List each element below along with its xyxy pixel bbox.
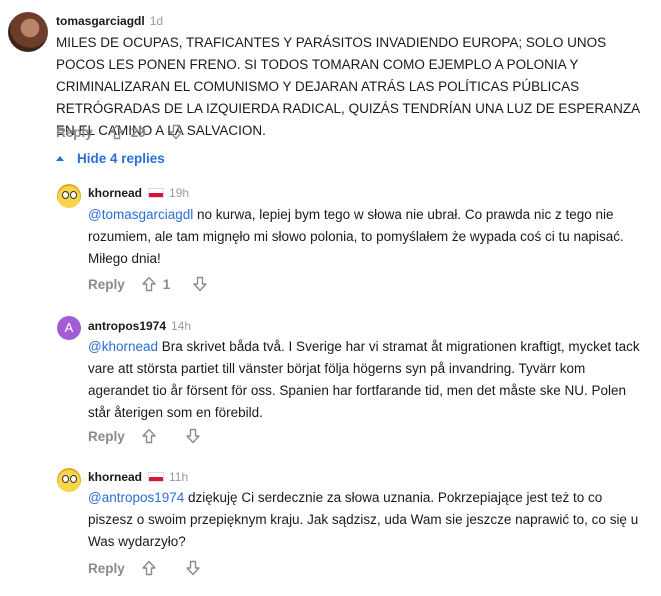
poland-flag-icon [148,472,165,482]
timestamp: 14h [171,319,192,333]
comment-actions: Reply [88,557,201,579]
comment-meta: antropos1974 14h [88,319,191,333]
upvote-button[interactable] [109,124,125,140]
comment-actions: Reply 29 [56,121,184,143]
upvote-icon [142,560,156,576]
downvote-icon [169,124,183,140]
reply-button[interactable]: Reply [88,277,125,292]
comment-body: @antropos1974 dziękuję Ci serdecznie za … [88,487,648,553]
downvote-button[interactable] [192,276,208,292]
comment-body: @khornead Bra skrivet båda två. I Sverig… [88,336,648,424]
timestamp: 1d [149,14,164,28]
reply-comment: khornead 19h @tomasgarciagdl no kurwa, le… [0,180,661,300]
reply-comment: A antropos1974 14h @khornead Bra skrivet … [0,314,661,454]
downvote-button[interactable] [185,560,201,576]
upvote-icon [110,124,124,140]
downvote-button[interactable] [185,428,201,444]
user-mention-link[interactable]: @tomasgarciagdl [88,207,193,222]
avatar[interactable] [57,184,81,208]
downvote-icon [193,276,207,292]
comment-text: Bra skrivet båda två. I Sverige har vi s… [88,339,640,420]
reply-button[interactable]: Reply [56,125,93,140]
comment: tomasgarciagdl 1d MILES DE OCUPAS, TRAFIC… [0,0,661,150]
user-mention-link[interactable]: @khornead [88,339,158,354]
reply-button[interactable]: Reply [88,561,125,576]
upvote-button[interactable] [141,560,157,576]
user-mention-link[interactable]: @antropos1974 [88,490,184,505]
timestamp: 19h [169,186,190,200]
author-name[interactable]: khornead [88,470,142,484]
comment-body: @tomasgarciagdl no kurwa, lepiej bym teg… [88,204,648,270]
downvote-icon [186,428,200,444]
upvote-icon [142,428,156,444]
upvote-button[interactable] [141,428,157,444]
upvote-button[interactable] [141,276,157,292]
comment-actions: Reply 1 [88,273,208,295]
timestamp: 11h [169,470,189,484]
comment-actions: Reply [88,425,201,447]
hide-replies-label: Hide 4 replies [77,150,165,166]
hide-replies-button[interactable]: Hide 4 replies [56,149,165,167]
reply-comment: khornead 11h @antropos1974 dziękuję Ci se… [0,464,661,596]
author-name[interactable]: tomasgarciagdl [56,14,145,28]
collapse-caret-icon [56,155,64,161]
vote-count: 1 [162,276,171,292]
downvote-button[interactable] [168,124,184,140]
avatar[interactable]: A [57,316,81,340]
downvote-icon [186,560,200,576]
comment-meta: khornead 11h [88,470,188,484]
comment-meta: khornead 19h [88,186,189,200]
poland-flag-icon [148,188,165,198]
vote-count: 29 [130,124,146,140]
upvote-icon [142,276,156,292]
reply-button[interactable]: Reply [88,429,125,444]
comment-meta: tomasgarciagdl 1d [56,14,163,28]
avatar[interactable] [8,12,48,52]
author-name[interactable]: khornead [88,186,142,200]
author-name[interactable]: antropos1974 [88,319,166,333]
avatar[interactable] [57,468,81,492]
